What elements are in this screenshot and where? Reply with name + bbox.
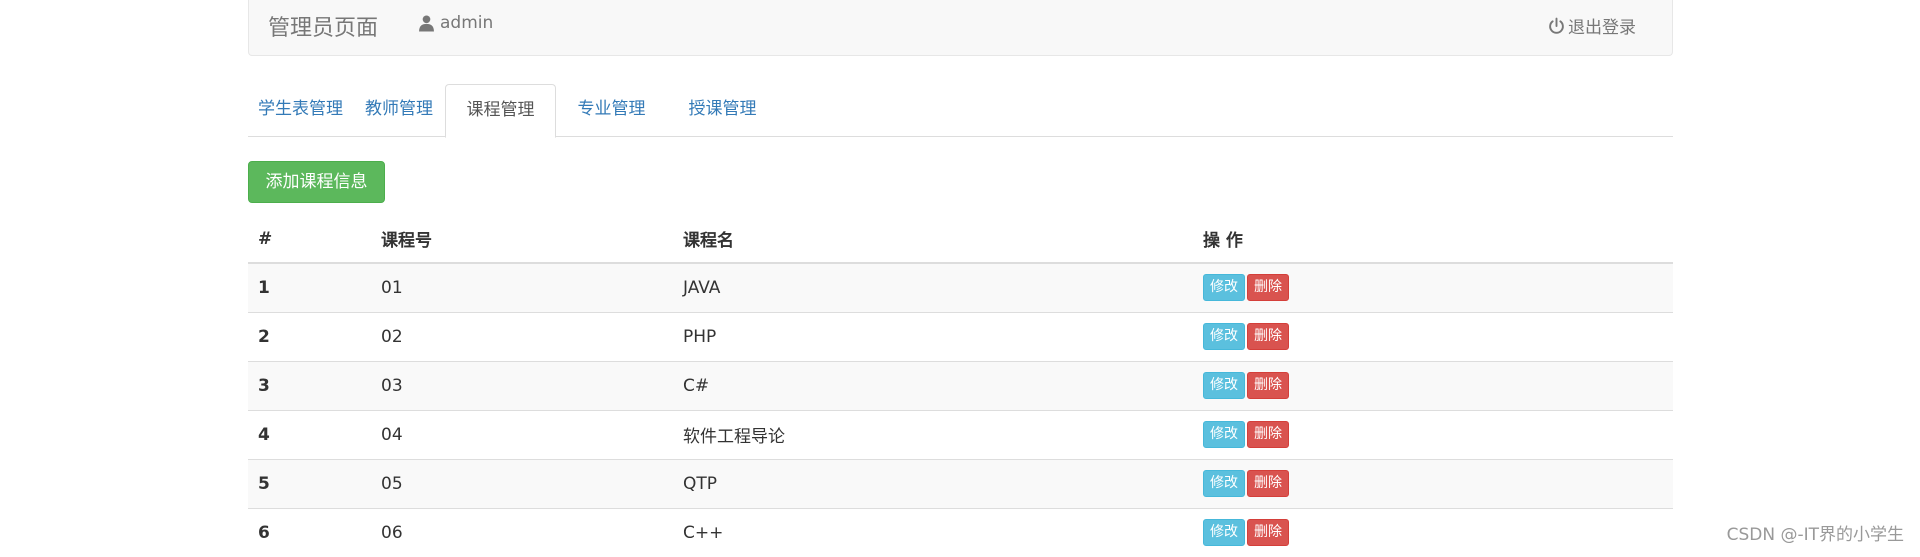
- cell-course-name: QTP: [673, 458, 1193, 508]
- table-row: 3 03 C# 修改 删除: [248, 360, 1673, 410]
- tab-major-management[interactable]: 专业管理: [556, 84, 667, 137]
- delete-button[interactable]: 删除: [1247, 323, 1289, 350]
- tab-teaching-management[interactable]: 授课管理: [667, 84, 778, 137]
- delete-button[interactable]: 删除: [1247, 421, 1289, 448]
- cell-course-no: 01: [371, 262, 673, 312]
- cell-course-no: 04: [371, 409, 673, 459]
- tab-teacher-management[interactable]: 教师管理: [353, 84, 445, 137]
- cell-course-name: C++: [673, 507, 1193, 557]
- username-label: admin: [440, 13, 494, 33]
- header-index: #: [248, 215, 371, 264]
- logout-label: 退出登录: [1568, 18, 1636, 38]
- table-row: 4 04 软件工程导论 修改 删除: [248, 409, 1673, 459]
- power-icon: [1549, 17, 1564, 34]
- cell-actions: 修改 删除: [1193, 507, 1673, 557]
- cell-index: 2: [248, 311, 371, 361]
- edit-button[interactable]: 修改: [1203, 421, 1245, 448]
- table-header-row: # 课程号 课程名 操 作: [248, 215, 1673, 264]
- cell-actions: 修改 删除: [1193, 262, 1673, 312]
- table-row: 5 05 QTP 修改 删除: [248, 458, 1673, 508]
- cell-index: 1: [248, 262, 371, 312]
- delete-button[interactable]: 删除: [1247, 519, 1289, 547]
- cell-course-no: 05: [371, 458, 673, 508]
- edit-button[interactable]: 修改: [1203, 274, 1245, 302]
- cell-course-name: 软件工程导论: [673, 409, 1193, 459]
- delete-button[interactable]: 删除: [1247, 470, 1289, 497]
- cell-actions: 修改 删除: [1193, 360, 1673, 410]
- edit-button[interactable]: 修改: [1203, 323, 1245, 350]
- edit-button[interactable]: 修改: [1203, 519, 1245, 547]
- cell-index: 5: [248, 458, 371, 508]
- delete-button[interactable]: 删除: [1247, 372, 1289, 399]
- cell-index: 3: [248, 360, 371, 410]
- cell-actions: 修改 删除: [1193, 409, 1673, 459]
- cell-course-no: 02: [371, 311, 673, 361]
- delete-button[interactable]: 删除: [1247, 274, 1289, 302]
- current-user: admin: [418, 13, 493, 33]
- tab-student-management[interactable]: 学生表管理: [248, 84, 353, 137]
- add-course-button[interactable]: 添加课程信息: [248, 161, 385, 203]
- user-icon: [419, 15, 434, 32]
- cell-actions: 修改 删除: [1193, 311, 1673, 361]
- table-row: 6 06 C++ 修改 删除: [248, 507, 1673, 557]
- cell-actions: 修改 删除: [1193, 458, 1673, 508]
- table-row: 1 01 JAVA 修改 删除: [248, 262, 1673, 312]
- tab-course-management[interactable]: 课程管理: [445, 84, 556, 138]
- cell-index: 4: [248, 409, 371, 459]
- cell-course-name: C#: [673, 360, 1193, 410]
- cell-course-no: 06: [371, 507, 673, 557]
- top-navbar: 管理员页面 admin 退出登录: [248, 0, 1673, 56]
- table-row: 2 02 PHP 修改 删除: [248, 311, 1673, 361]
- csdn-watermark: CSDN @-IT界的小学生: [1726, 525, 1904, 545]
- course-table: # 课程号 课程名 操 作 1 01 JAVA 修改 删除 2 02 PHP 修改…: [248, 215, 1673, 557]
- cell-course-name: JAVA: [673, 262, 1193, 312]
- header-actions: 操 作: [1193, 215, 1673, 264]
- cell-index: 6: [248, 507, 371, 557]
- page-container: 管理员页面 admin 退出登录 学生表管理 教师管理 课程管理 专业管理 授课…: [248, 0, 1673, 557]
- edit-button[interactable]: 修改: [1203, 470, 1245, 497]
- navbar-brand[interactable]: 管理员页面: [268, 10, 378, 42]
- edit-button[interactable]: 修改: [1203, 372, 1245, 399]
- header-course-name: 课程名: [673, 215, 1193, 264]
- logout-link[interactable]: 退出登录: [1548, 13, 1636, 38]
- header-course-no: 课程号: [371, 215, 673, 264]
- nav-tabs: 学生表管理 教师管理 课程管理 专业管理 授课管理: [248, 84, 1673, 138]
- cell-course-name: PHP: [673, 311, 1193, 361]
- cell-course-no: 03: [371, 360, 673, 410]
